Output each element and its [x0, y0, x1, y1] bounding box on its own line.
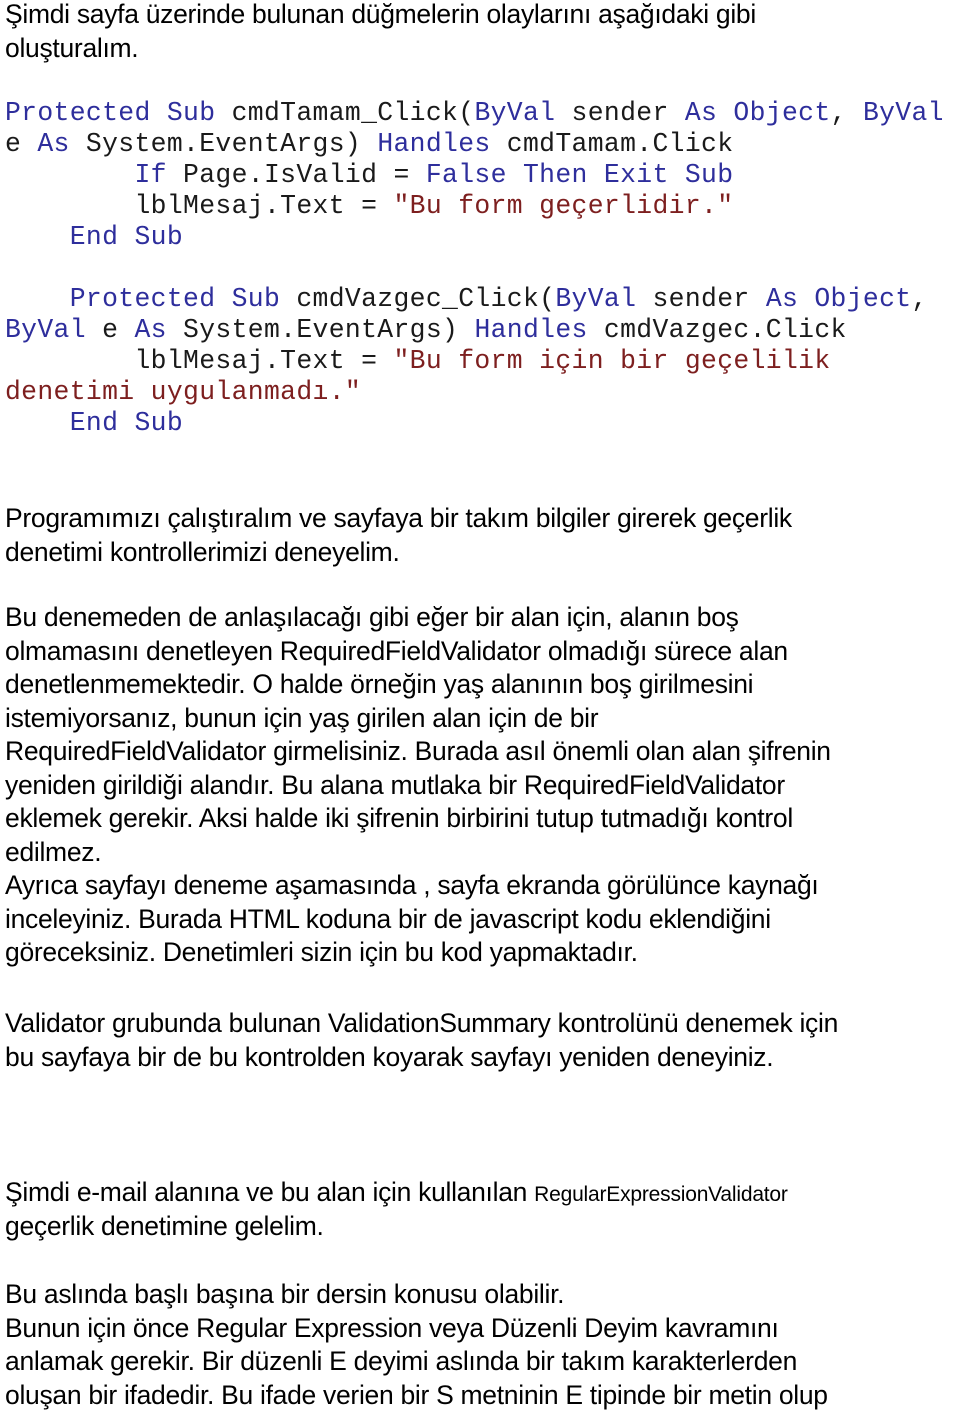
code-keyword: ByVal	[862, 98, 944, 128]
code-keyword: Handles	[474, 315, 588, 345]
text-line: bu sayfaya bir de bu kontrolden koyarak …	[5, 1041, 774, 1072]
code-line: End Sub	[5, 222, 944, 253]
code-text: lblMesaj.Text =	[5, 191, 394, 221]
text-line: Programımızı çalıştıralım ve sayfaya bir…	[5, 503, 792, 533]
code-keyword: If	[134, 160, 167, 190]
code-text: e	[85, 315, 135, 345]
code-string: "Bu form geçerlidir."	[393, 191, 734, 221]
code-line: End Sub	[5, 408, 944, 439]
code-text: System.EventArgs)	[69, 129, 378, 159]
code-text: sender	[636, 284, 766, 314]
text-line: Şimdi e-mail alanına ve bu alan için kul…	[5, 1176, 788, 1210]
code-string: "Bu form için bir geçelilik	[393, 346, 831, 376]
text-line: olmamasını denetleyen RequiredFieldValid…	[5, 635, 788, 666]
code-keyword: As	[134, 315, 167, 345]
text-line: göreceksiniz. Denetimleri sizin için bu …	[5, 937, 638, 967]
code-keyword: As Object	[684, 98, 831, 128]
text-line: geçerlik denetimine gelelim.	[5, 1210, 324, 1241]
text-line: eklemek gerekir. Aksi halde iki şifrenin…	[5, 803, 793, 833]
text-line: denetlenmemektedir. O halde örneğin yaş …	[5, 669, 754, 699]
text-line: Şimdi sayfa üzerinde bulunan düğmelerin …	[5, 0, 756, 29]
code-keyword: ByVal	[474, 98, 556, 128]
text-line: oluşan bir ifadedir. Bu ifade verien bir…	[5, 1379, 828, 1410]
code-text: System.EventArgs)	[166, 315, 475, 345]
text-line: yeniden girildiği alandır. Bu alana mutl…	[5, 769, 785, 800]
text-line: Bunun için önce Regular Expression veya …	[5, 1312, 779, 1343]
code-keyword: Handles	[377, 129, 491, 159]
code-text: ,	[830, 98, 863, 128]
text-line: denetimi kontrollerimizi deneyelim.	[5, 536, 400, 567]
code-text: cmdVazgec.Click	[587, 315, 847, 345]
code-line: e As System.EventArgs) Handles cmdTamam.…	[5, 129, 944, 160]
code-string: denetimi uygulanmadı."	[5, 377, 362, 407]
code-text: cmdTamam.Click	[490, 129, 734, 159]
paragraph-validation-summary: Validator grubunda bulunan ValidationSum…	[5, 1007, 838, 1074]
code-text: lblMesaj.Text =	[5, 346, 394, 376]
code-keyword: ByVal	[555, 284, 637, 314]
intro-paragraph: Şimdi sayfa üzerinde bulunan düğmelerin …	[5, 0, 756, 65]
text-line: oluşturalım.	[5, 32, 139, 63]
code-keyword: As	[37, 129, 70, 159]
code-line: lblMesaj.Text = "Bu form geçerlidir."	[5, 191, 944, 222]
code-block: Protected Sub cmdTamam_Click(ByVal sende…	[5, 98, 944, 439]
text-line: RequiredFieldValidator girmelisiniz. Bur…	[5, 736, 831, 766]
code-keyword: False Then Exit Sub	[425, 160, 734, 190]
text-line: edilmez.	[5, 836, 102, 867]
paragraph-email-validator: Şimdi e-mail alanına ve bu alan için kul…	[5, 1176, 788, 1243]
code-keyword: Protected Sub	[5, 98, 216, 128]
code-line: ByVal e As System.EventArgs) Handles cmd…	[5, 315, 944, 346]
code-keyword: ByVal	[5, 315, 86, 345]
paragraph-regular-expression: Bu aslında başlı başına bir dersin konus…	[5, 1278, 828, 1412]
code-text: sender	[555, 98, 685, 128]
code-text: Page.IsValid =	[166, 160, 426, 190]
text-line: inceleyiniz. Burada HTML koduna bir de j…	[5, 903, 771, 934]
paragraph-run-program: Programımızı çalıştıralım ve sayfaya bir…	[5, 502, 792, 569]
code-keyword: End Sub	[69, 408, 184, 438]
text-line: Bu denemeden de anlaşılacağı gibi eğer b…	[5, 602, 739, 632]
code-keyword: As Object	[765, 284, 912, 314]
code-keyword: End Sub	[69, 222, 184, 252]
text-segment: Şimdi e-mail alanına ve bu alan için kul…	[5, 1177, 535, 1207]
code-line: denetimi uygulanmadı."	[5, 377, 944, 408]
code-text: cmdVazgec_Click(	[280, 284, 556, 314]
code-text: ,	[911, 284, 928, 314]
validator-name: RegularExpressionValidator	[534, 1183, 788, 1206]
text-line: Bu aslında başlı başına bir dersin konus…	[5, 1279, 565, 1309]
text-line: Ayrıca sayfayı deneme aşamasında , sayfa…	[5, 870, 819, 900]
text-line: anlamak gerekir. Bir düzenli E deyimi as…	[5, 1346, 798, 1376]
code-line: lblMesaj.Text = "Bu form için bir geçeli…	[5, 346, 944, 377]
code-line: If Page.IsValid = False Then Exit Sub	[5, 160, 944, 191]
code-line: Protected Sub cmdTamam_Click(ByVal sende…	[5, 98, 944, 129]
code-keyword: Protected Sub	[69, 284, 281, 314]
code-line: Protected Sub cmdVazgec_Click(ByVal send…	[5, 284, 944, 315]
code-text: e	[5, 129, 38, 159]
text-line: Validator grubunda bulunan ValidationSum…	[5, 1008, 839, 1038]
paragraph-required-field-validator: Bu denemeden de anlaşılacağı gibi eğer b…	[5, 601, 831, 970]
code-text: cmdTamam_Click(	[215, 98, 475, 128]
text-line: istemiyorsanız, bunun için yaş girilen a…	[5, 702, 599, 733]
